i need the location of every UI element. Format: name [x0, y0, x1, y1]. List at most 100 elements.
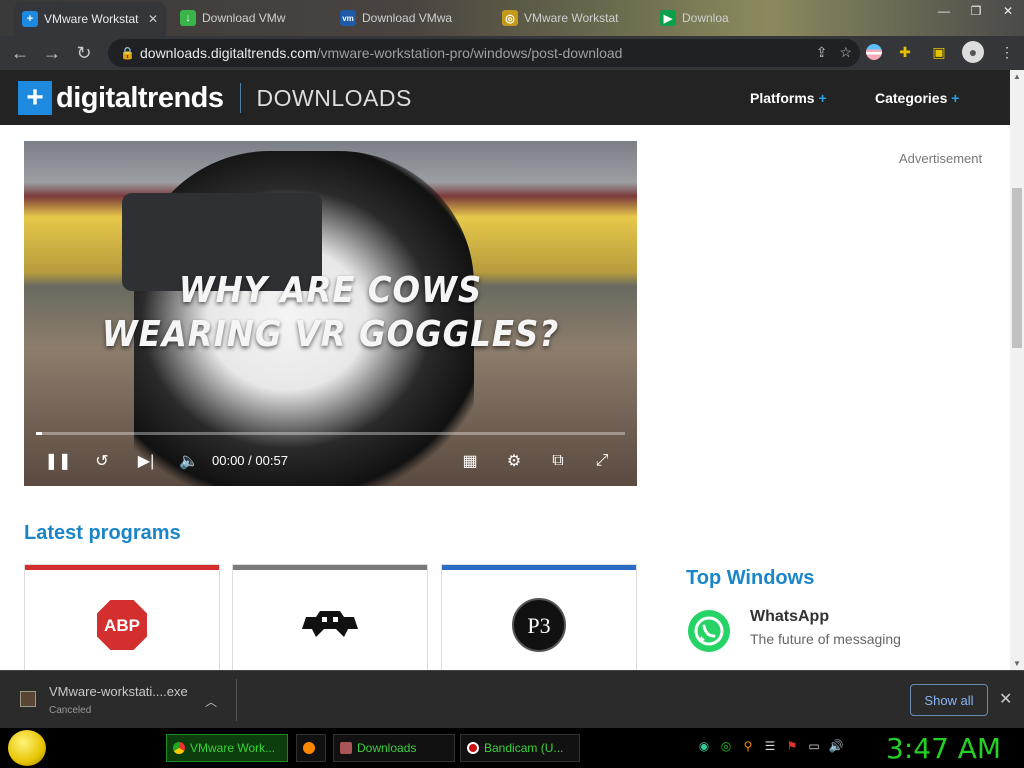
flag-icon[interactable]: ⚑ — [784, 738, 800, 754]
minimize-icon[interactable]: — — [928, 0, 960, 22]
address-bar[interactable]: 🔒 downloads.digitaltrends.com/vmware-wor… — [108, 39, 860, 67]
share-icon[interactable]: ⇪ — [816, 44, 828, 61]
scroll-up-icon[interactable]: ▲ — [1013, 72, 1021, 81]
digitaltrends-favicon-icon: + — [22, 11, 38, 27]
tab-title: VMware Workstat — [524, 11, 619, 25]
network-globe-icon[interactable]: ◉ — [696, 738, 712, 754]
menu-kebab-icon[interactable]: ⋮ — [996, 41, 1018, 63]
taskbar: VMware Work... Downloads Bandicam (U... … — [0, 728, 1024, 768]
start-smiley-icon[interactable] — [8, 730, 46, 766]
section-title: DOWNLOADS — [256, 84, 412, 111]
close-icon[interactable]: ✕ — [148, 12, 158, 26]
close-window-icon[interactable]: ✕ — [992, 0, 1024, 22]
tab-title: Download VMwa — [362, 11, 453, 25]
grid-icon[interactable]: ▦ — [458, 451, 482, 471]
logo-text: digitaltrends — [56, 81, 224, 114]
url-path: /vmware-workstation-pro/windows/post-dow… — [316, 45, 623, 61]
video-player[interactable]: WHY ARE COWS WEARING VR GOGGLES? ❚❚ ↺ ▶|… — [24, 141, 637, 486]
tab-vmware-workstat-2[interactable]: ◎ VMware Workstat — [494, 4, 654, 32]
next-icon[interactable]: ▶| — [136, 451, 156, 471]
pause-icon[interactable]: ❚❚ — [45, 451, 72, 471]
download-favicon-icon: ↓ — [180, 10, 196, 26]
side-panel-icon[interactable]: ▣ — [928, 41, 950, 63]
download-bar: VMware-workstati....exe Canceled ︿ Show … — [0, 670, 1024, 728]
forward-arrow-icon[interactable]: → — [36, 37, 68, 69]
tab-strip: + VMware Workstat ✕ ↓ Download VMw vm Do… — [0, 0, 1024, 36]
back-arrow-icon[interactable]: ← — [4, 37, 36, 69]
nav-platforms[interactable]: Platforms + — [750, 90, 827, 106]
whatsapp-icon[interactable] — [688, 610, 730, 652]
folder-icon — [340, 742, 352, 754]
app-name[interactable]: WhatsApp — [750, 608, 829, 626]
play-favicon-icon: ▶ — [660, 10, 676, 26]
chevron-up-icon[interactable]: ︿ — [205, 693, 217, 710]
volume-icon[interactable]: 🔊 — [828, 738, 844, 754]
taskbar-item-label: Downloads — [357, 741, 417, 755]
divider — [236, 679, 237, 721]
download-file-name[interactable]: VMware-workstati....exe — [49, 684, 188, 699]
video-progress-bar[interactable] — [36, 432, 625, 435]
mute-icon[interactable]: 🔈 — [178, 451, 200, 471]
lock-icon[interactable]: 🔒 — [120, 46, 140, 60]
picture-in-picture-icon[interactable]: ⧉ — [546, 451, 570, 471]
bookmark-star-icon[interactable]: ☆ — [839, 44, 852, 61]
nav-categories[interactable]: Categories + — [875, 90, 959, 106]
scroll-down-icon[interactable]: ▼ — [1013, 659, 1021, 668]
plus-icon: + — [818, 90, 827, 106]
tab-download-vmw[interactable]: ↓ Download VMw — [172, 4, 324, 32]
logo-divider — [239, 83, 241, 113]
nav-categories-label: Categories — [875, 90, 948, 106]
taskbar-item-chrome[interactable]: VMware Work... — [166, 734, 288, 762]
download-status: Canceled — [49, 705, 92, 716]
taskbar-item-downloads[interactable]: Downloads — [333, 734, 455, 762]
green-circle-icon[interactable]: ◎ — [718, 738, 734, 754]
program-card[interactable]: P3 — [441, 564, 637, 674]
system-clock: 3:47 AM — [886, 732, 1002, 765]
tab-download-vmwa[interactable]: vm Download VMwa — [332, 4, 492, 32]
fullscreen-icon[interactable]: ⤢ — [592, 451, 612, 471]
time-separator: / — [248, 453, 252, 468]
adblock-plus-icon: ABP — [94, 597, 150, 658]
rewind-10-icon[interactable]: ↺ — [90, 451, 114, 471]
tab-title: VMware Workstat — [44, 12, 139, 26]
extensions-puzzle-icon[interactable]: ✚ — [894, 41, 916, 63]
digitaltrends-logo-icon: + — [18, 81, 52, 115]
tab-title: Download VMw — [202, 11, 286, 25]
duration: 00:57 — [255, 453, 288, 468]
p3-icon: P3 — [511, 597, 567, 658]
program-card[interactable] — [232, 564, 428, 674]
tab-vmware-workstation[interactable]: + VMware Workstat ✕ — [14, 2, 166, 36]
maximize-icon[interactable]: ❐ — [960, 0, 992, 22]
settings-gear-icon[interactable]: ⚙ — [504, 451, 524, 471]
tab-downloa[interactable]: ▶ Downloa — [652, 4, 812, 32]
vmware-favicon-icon: vm — [340, 10, 356, 26]
search-icon[interactable]: ⚲ — [740, 738, 756, 754]
page-scrollbar[interactable]: ▲ ▼ — [1010, 70, 1024, 670]
program-card[interactable]: ABP — [24, 564, 220, 674]
url-host: downloads.digitaltrends.com — [140, 45, 317, 61]
window-controls: — ❐ ✕ — [928, 0, 1024, 22]
close-icon[interactable]: ✕ — [999, 689, 1012, 709]
extension-flag-icon[interactable] — [866, 44, 882, 60]
app-description: The future of messaging — [750, 631, 901, 647]
file-icon — [20, 691, 36, 707]
advertisement-label: Advertisement — [899, 151, 983, 166]
reload-icon[interactable]: ↻ — [68, 37, 100, 69]
site-logo[interactable]: + digitaltrends DOWNLOADS — [18, 81, 412, 115]
taskbar-item-label: Bandicam (U... — [484, 741, 564, 755]
show-all-button[interactable]: Show all — [910, 684, 988, 716]
video-caption: WHY ARE COWS WEARING VR GOGGLES? — [24, 269, 637, 357]
card-accent — [25, 565, 219, 570]
card-accent — [442, 565, 636, 570]
taskbar-item-firefox[interactable] — [296, 734, 326, 762]
profile-avatar-icon[interactable]: ● — [962, 41, 984, 63]
taskbar-item-bandicam[interactable]: Bandicam (U... — [460, 734, 580, 762]
p3-label: P3 — [527, 613, 550, 638]
video-progress-fill — [36, 432, 42, 435]
scrollbar-thumb[interactable] — [1012, 188, 1022, 348]
menu-circle-icon[interactable]: ☰ — [762, 738, 778, 754]
card-accent — [233, 565, 427, 570]
tab-title: Downloa — [682, 11, 729, 25]
monitor-icon[interactable]: ▭ — [806, 738, 822, 754]
globe-favicon-icon: ◎ — [502, 10, 518, 26]
